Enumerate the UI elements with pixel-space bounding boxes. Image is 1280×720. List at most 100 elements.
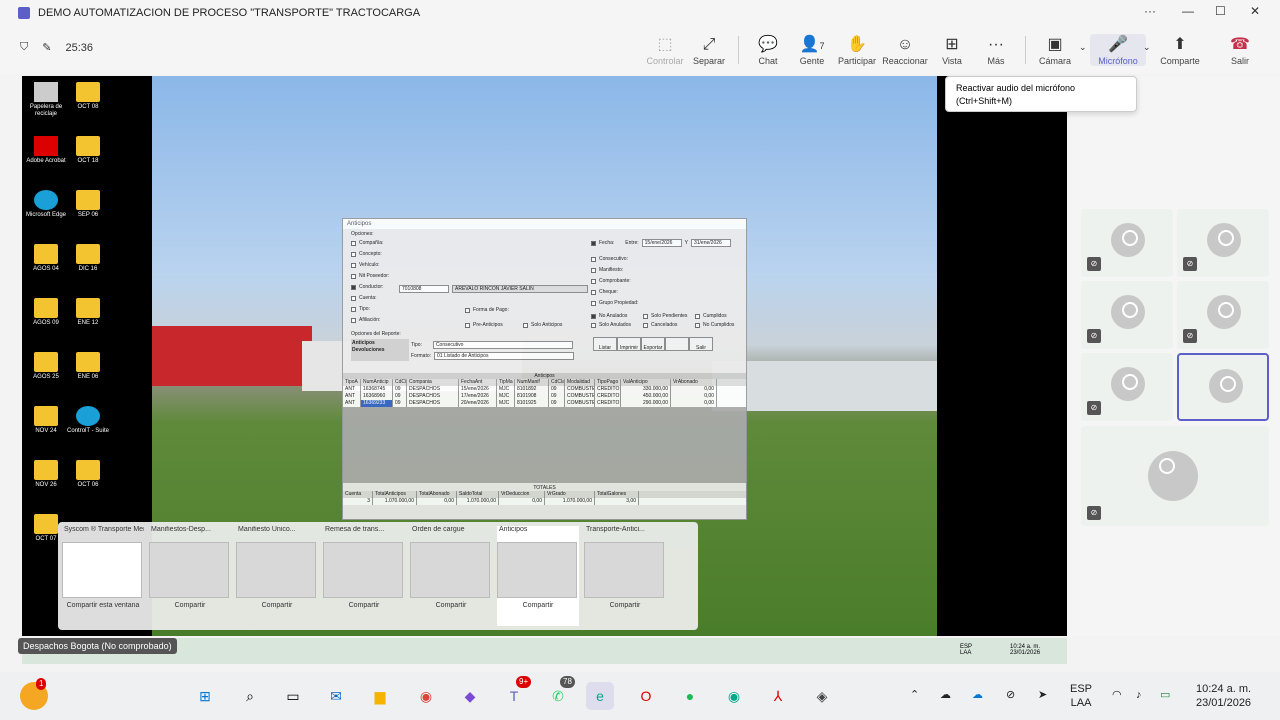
desktop-icon[interactable]: OCT 08: [66, 82, 110, 111]
camera-button[interactable]: ▣ Cámara: [1027, 34, 1083, 66]
status-checkbox[interactable]: [591, 322, 596, 328]
report-button[interactable]: Salir: [689, 337, 713, 351]
rep-devoluciones-radio[interactable]: Devoluciones: [352, 347, 385, 353]
desktop-icon[interactable]: OCT 06: [66, 460, 110, 489]
forma-pago-checkbox[interactable]: [465, 307, 470, 313]
minimize-button[interactable]: —: [1182, 4, 1194, 18]
share-window-thumb[interactable]: Orden de cargue Compartir: [410, 526, 492, 626]
share-window-thumb[interactable]: Syscom ® Transporte Men... Compartir esta…: [62, 526, 144, 626]
desktop-icon[interactable]: Microsoft Edge: [24, 190, 68, 219]
cloud-icon[interactable]: ☁: [940, 688, 951, 702]
fecha-checkbox[interactable]: [591, 240, 596, 246]
acrobat-icon[interactable]: ⅄: [764, 682, 792, 710]
app-icon[interactable]: ◈: [808, 682, 836, 710]
status-checkbox[interactable]: [695, 313, 700, 319]
desktop-icon[interactable]: ENE 12: [66, 298, 110, 327]
solo-anticipos-checkbox[interactable]: [523, 322, 528, 328]
outlook-icon[interactable]: ✉: [322, 682, 350, 710]
fecha-desde-field[interactable]: 15/ene/2026: [641, 239, 682, 247]
share-window-button[interactable]: Compartir: [149, 602, 231, 609]
desktop-icon[interactable]: DIC 16: [66, 244, 110, 273]
close-button[interactable]: ✕: [1250, 4, 1260, 18]
pre-anticipos-checkbox[interactable]: [465, 322, 470, 328]
pop-out-button[interactable]: ⤢ Separar: [681, 34, 737, 66]
desktop-icon[interactable]: ENE 06: [66, 352, 110, 381]
desktop-icon[interactable]: AGOS 25: [24, 352, 68, 381]
rep-anticipos-radio[interactable]: Anticipos: [352, 340, 375, 346]
fecha-hasta-field[interactable]: 31/ene/2026: [690, 239, 731, 247]
participant-tile[interactable]: ⊘: [1177, 281, 1269, 349]
table-row[interactable]: ANT 16368960 09 DESPACHOS 17/ene/2026 MJC 8101…: [343, 393, 746, 400]
battery-icon[interactable]: ▭: [1160, 688, 1170, 702]
status-checkbox[interactable]: [643, 322, 648, 328]
edge-icon[interactable]: e: [586, 682, 614, 710]
desktop-icon[interactable]: ControlT - Suite: [66, 406, 110, 435]
share-window-thumb[interactable]: Manifiestos-Desp... Compartir: [149, 526, 231, 626]
participant-tile[interactable]: ⊘: [1081, 209, 1173, 277]
desktop-icon[interactable]: OCT 18: [66, 136, 110, 165]
share-button[interactable]: ⬆ Comparte: [1152, 34, 1208, 66]
leave-button[interactable]: ☎ Salir: [1212, 34, 1268, 66]
desktop-icon[interactable]: AGOS 09: [24, 298, 68, 327]
search-icon[interactable]: ⌕: [236, 682, 264, 710]
status-checkbox[interactable]: [695, 322, 700, 328]
maximize-button[interactable]: ☐: [1215, 4, 1226, 18]
m365-icon[interactable]: ◆: [456, 682, 484, 710]
spotify-icon[interactable]: ●: [676, 682, 704, 710]
chrome-icon[interactable]: ◉: [412, 682, 440, 710]
language-indicator[interactable]: ESP LAA: [1070, 682, 1092, 710]
tipo-select[interactable]: Consecutivo: [432, 341, 573, 349]
option-checkbox[interactable]: [351, 251, 356, 257]
desktop-icon[interactable]: Papelera de reciclaje: [24, 82, 68, 118]
more-button[interactable]: ··· Más: [968, 34, 1024, 66]
share-window-button[interactable]: Compartir: [410, 602, 492, 609]
share-window-button[interactable]: Compartir: [497, 602, 579, 609]
option-checkbox[interactable]: [351, 317, 356, 323]
show-hidden-icons-chevron-icon[interactable]: ⌃: [910, 688, 919, 702]
share-window-button[interactable]: Compartir: [323, 602, 405, 609]
option-checkbox[interactable]: [591, 300, 596, 306]
status-checkbox[interactable]: [643, 313, 648, 319]
table-row[interactable]: ANT 16368745 09 DESPACHOS 15/ene/2026 MJC 8101…: [343, 386, 746, 393]
share-window-thumb[interactable]: Transporte-Antici... Compartir: [584, 526, 666, 626]
desktop-icon[interactable]: Adobe Acrobat: [24, 136, 68, 165]
option-checkbox[interactable]: [591, 289, 596, 295]
conductor-code-field[interactable]: 7010808: [399, 285, 449, 293]
option-checkbox[interactable]: [591, 278, 596, 284]
start-icon[interactable]: ⊞: [191, 682, 219, 710]
file-explorer-icon[interactable]: ▆: [366, 682, 394, 710]
weather-icon[interactable]: 1: [20, 678, 48, 710]
share-window-button[interactable]: Compartir esta ventana: [62, 602, 144, 609]
option-checkbox[interactable]: [591, 267, 596, 273]
desktop-icon[interactable]: AGOS 04: [24, 244, 68, 273]
location-icon[interactable]: ➤: [1038, 688, 1047, 702]
report-button[interactable]: Listar: [593, 337, 617, 351]
option-checkbox[interactable]: [351, 295, 356, 301]
mic-muted-tray-icon[interactable]: ⊘: [1006, 688, 1015, 702]
table-row[interactable]: ANT 16369233 09 DESPACHOS 20/ene/2026 MJC 8101…: [343, 400, 746, 407]
share-window-thumb[interactable]: Manifiesto Unico... Compartir: [236, 526, 318, 626]
onedrive-icon[interactable]: ☁: [972, 688, 983, 702]
report-button[interactable]: Imprimir: [617, 337, 641, 351]
participant-tile[interactable]: ⊘: [1081, 426, 1269, 526]
chrome-profile-icon[interactable]: ◉: [720, 682, 748, 710]
option-checkbox[interactable]: [351, 284, 356, 290]
share-window-thumb[interactable]: Remesa de trans... Compartir: [323, 526, 405, 626]
camera-options-chevron-icon[interactable]: ⌄: [1079, 42, 1087, 53]
microphone-button[interactable]: 🎤 Micrófono: [1090, 34, 1146, 66]
opera-icon[interactable]: O: [632, 682, 660, 710]
system-clock[interactable]: 10:24 a. m. 23/01/2026: [1196, 682, 1251, 710]
share-window-thumb[interactable]: Anticipos Compartir: [497, 526, 579, 626]
task-view-icon[interactable]: ▭: [279, 682, 307, 710]
option-checkbox[interactable]: [351, 262, 356, 268]
desktop-icon[interactable]: NOV 24: [24, 406, 68, 435]
option-checkbox[interactable]: [351, 240, 356, 246]
option-checkbox[interactable]: [591, 256, 596, 262]
more-options-button[interactable]: ···: [1144, 4, 1156, 18]
volume-icon[interactable]: ♪: [1136, 688, 1142, 702]
report-button[interactable]: Exportar: [641, 337, 665, 351]
formato-select[interactable]: 01 Listado de Anticipos: [434, 352, 575, 360]
participant-tile[interactable]: ⊘: [1177, 209, 1269, 277]
status-checkbox[interactable]: [591, 313, 596, 319]
desktop-icon[interactable]: NOV 26: [24, 460, 68, 489]
